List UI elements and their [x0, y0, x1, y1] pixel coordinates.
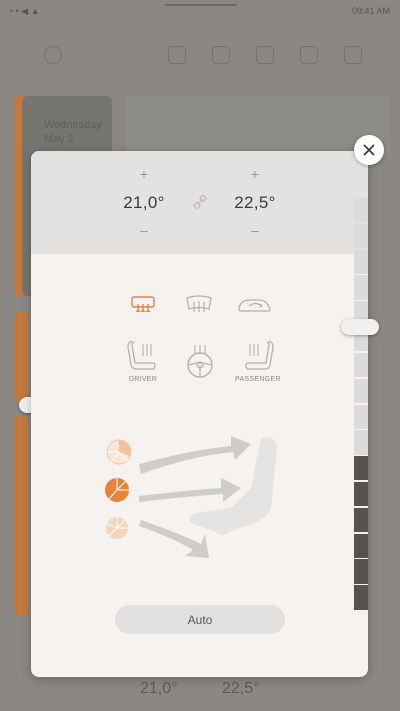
fan-level-segment[interactable] — [354, 481, 368, 507]
fan-level-segment[interactable] — [354, 430, 368, 455]
temperature-header: + 21,0° – + 22,5° – — [31, 151, 368, 254]
fan-level-segment[interactable] — [354, 198, 368, 223]
left-temp-decrease-button[interactable]: – — [104, 223, 184, 237]
steering-wheel-heat-button[interactable] — [185, 343, 215, 379]
lower-vent-toggle — [106, 517, 128, 539]
upper-vent-toggle — [106, 439, 132, 465]
rear-defrost-button[interactable] — [129, 294, 157, 316]
bg-stripe — [14, 416, 28, 616]
left-temperature-value: 21,0° — [123, 193, 165, 212]
status-icons: • • ◀ ▲ — [10, 6, 40, 16]
location-icon — [212, 46, 230, 64]
fan-level-segment[interactable] — [354, 507, 368, 533]
apps-icon — [300, 46, 318, 64]
middle-airflow-arrow — [139, 478, 241, 502]
rear-defrost-icon — [131, 296, 155, 313]
airflow-diagram[interactable] — [101, 428, 291, 563]
fan-level-segment[interactable] — [354, 378, 368, 403]
middle-vent-toggle — [105, 478, 129, 502]
auto-button[interactable]: Auto — [115, 605, 285, 634]
status-bar: • • ◀ ▲ 09:41 AM — [0, 6, 400, 20]
fan-level-segment[interactable] — [354, 223, 368, 249]
recirculation-button[interactable] — [237, 295, 273, 315]
right-temp-increase-button[interactable]: + — [215, 167, 295, 181]
music-icon — [256, 46, 274, 64]
left-temperature-zone: + 21,0° – — [104, 167, 184, 237]
status-time: 09:41 AM — [351, 6, 390, 16]
fan-level-segment[interactable] — [354, 352, 368, 378]
fan-level-segment[interactable] — [354, 585, 368, 610]
driver-seat-heat-icon — [127, 340, 156, 370]
right-temperature-zone: + 22,5° – — [215, 167, 295, 237]
close-icon — [363, 144, 375, 156]
background-toolbar — [0, 40, 400, 70]
right-fan-slider-handle[interactable] — [341, 319, 379, 335]
fan-level-segment[interactable] — [354, 533, 368, 558]
upper-airflow-arrow — [139, 436, 251, 474]
close-button[interactable] — [354, 135, 384, 165]
right-temp-decrease-button[interactable]: – — [215, 223, 295, 237]
right-fan-slider[interactable] — [354, 198, 368, 611]
recirculation-icon — [238, 299, 271, 312]
passenger-seat-heat-icon — [245, 340, 274, 370]
profile-icon — [44, 46, 62, 64]
phone-icon — [168, 46, 186, 64]
passenger-label: PASSENGER — [235, 376, 281, 383]
bg-left-temp: 21,0° — [140, 680, 178, 697]
bg-right-temp: 22,5° — [222, 680, 260, 697]
windshield-defrost-icon — [186, 295, 212, 312]
driver-label: DRIVER — [128, 376, 158, 383]
bg-panel — [126, 96, 390, 156]
climate-modal: + 21,0° – + 22,5° – DRIVER PASSENGER Aut… — [31, 151, 368, 677]
left-temp-increase-button[interactable]: + — [104, 167, 184, 181]
sync-link-icon[interactable] — [192, 194, 208, 210]
fan-level-segment[interactable] — [354, 456, 368, 481]
driver-seat-heat-button[interactable]: DRIVER — [127, 339, 159, 383]
bg-date: Wednesday May 2 — [44, 119, 102, 145]
fan-level-segment[interactable] — [354, 249, 368, 274]
bg-stripe — [14, 312, 28, 402]
fan-level-segment[interactable] — [354, 559, 368, 584]
passenger-seat-heat-button[interactable]: PASSENGER — [235, 339, 281, 383]
steering-wheel-heat-icon — [187, 345, 213, 378]
settings-icon — [344, 46, 362, 64]
windshield-defrost-button[interactable] — [184, 294, 214, 316]
fan-level-segment[interactable] — [354, 275, 368, 300]
right-temperature-value: 22,5° — [234, 193, 276, 212]
fan-level-segment[interactable] — [354, 404, 368, 429]
